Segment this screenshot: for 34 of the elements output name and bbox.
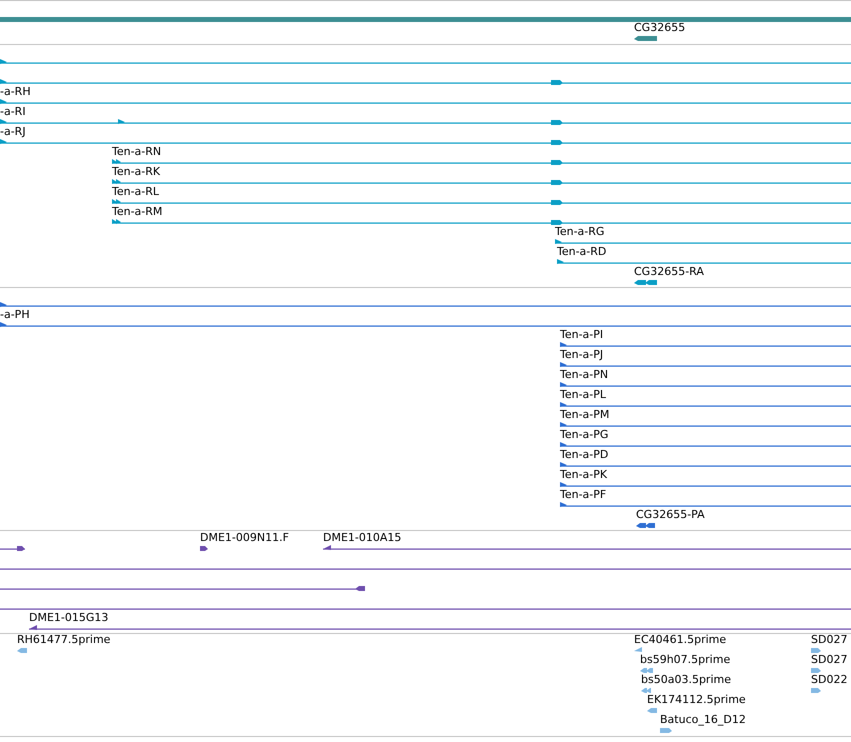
feature-label: Ten-a-PN — [560, 368, 608, 381]
feature-label: -a-RI — [0, 105, 26, 118]
feature-label: Ten-a-PM — [560, 408, 610, 421]
feature-label: Ten-a-PF — [560, 488, 606, 501]
feature-label: bs59h07.5prime — [640, 653, 730, 666]
feature-label: Ten-a-RD — [557, 245, 606, 258]
feature-label: Ten-a-RN — [112, 145, 162, 158]
feature-label: Ten-a-RG — [555, 225, 604, 238]
feature-label: Ten-a-RL — [112, 185, 160, 198]
feature-label: CG32655-RA — [634, 265, 704, 278]
feature-label: RH61477.5prime — [17, 633, 110, 646]
feature-label: Ten-a-PG — [560, 428, 608, 441]
feature-label: CG32655 — [634, 21, 686, 34]
feature-label: bs50a03.5prime — [641, 673, 731, 686]
feature-label: -a-RJ — [0, 125, 26, 138]
feature-label: Ten-a-PL — [560, 388, 606, 401]
feature-label: Ten-a-PJ — [560, 348, 604, 361]
feature-label: DME1-015G13 — [29, 611, 108, 624]
feature-label: Ten-a-RK — [112, 165, 160, 178]
feature-label: Ten-a-PD — [560, 448, 608, 461]
feature-label: DME1-010A15 — [323, 531, 402, 544]
feature-label: -a-PH — [0, 308, 30, 321]
feature-label: SD022 — [811, 673, 848, 686]
feature-label: -a-RH — [0, 85, 31, 98]
feature-label: SD027 — [811, 633, 848, 646]
feature-label: Batuco_16_D12 — [660, 713, 746, 726]
feature-label: SD027 — [811, 653, 848, 666]
feature-label: Ten-a-PI — [560, 328, 604, 341]
feature-label: EC40461.5prime — [634, 633, 726, 646]
feature-label: Ten-a-PK — [560, 468, 608, 481]
feature-label: Ten-a-RM — [112, 205, 162, 218]
feature-label: DME1-009N11.F — [200, 531, 289, 544]
feature-label: CG32655-PA — [636, 508, 705, 521]
feature-label: EK174112.5prime — [647, 693, 746, 706]
